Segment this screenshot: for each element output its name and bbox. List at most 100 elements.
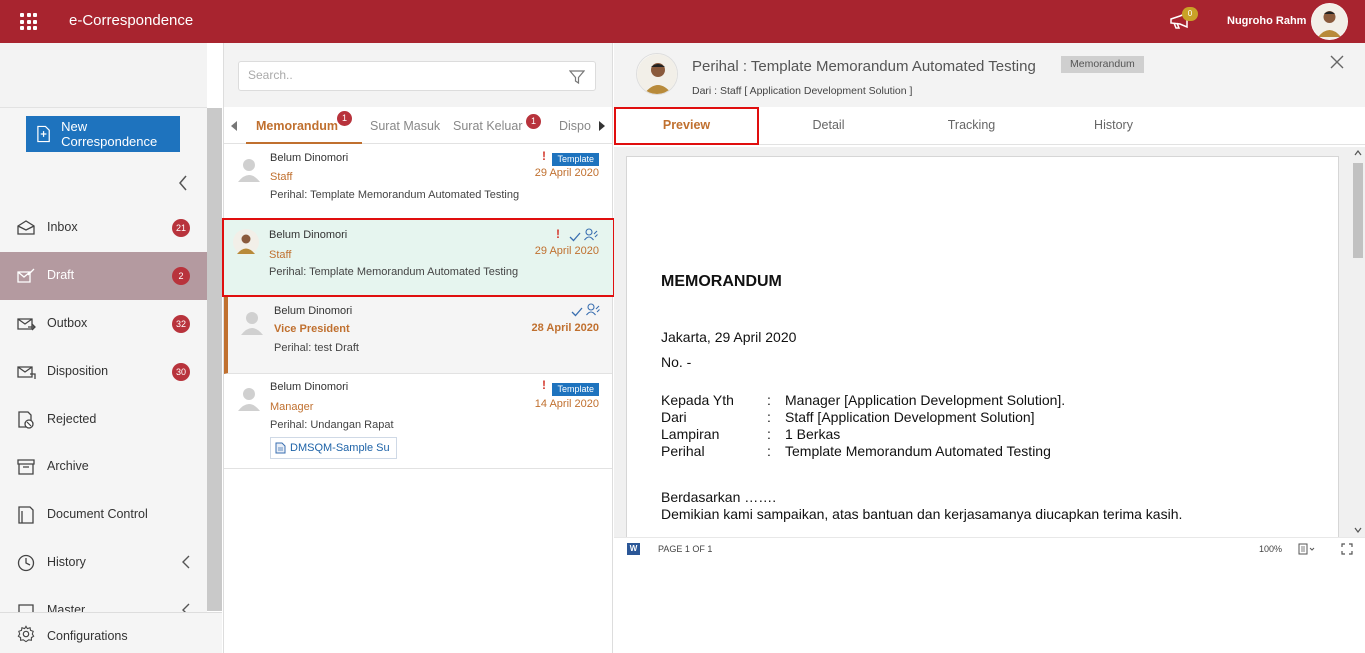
scroll-up-icon[interactable] [1354, 150, 1362, 156]
date: 28 April 2020 [531, 322, 599, 334]
preview-tab-highlight [614, 107, 759, 145]
tab-detail[interactable]: Detail [757, 118, 900, 132]
tab-scroll-right-icon[interactable] [597, 119, 607, 133]
notification-badge: 0 [1182, 7, 1198, 21]
view-mode-icon[interactable] [1298, 543, 1316, 555]
close-icon[interactable] [1329, 54, 1345, 70]
sidebar-item-label: Outbox [47, 316, 88, 330]
field-value: Manager [Application Development Solutio… [785, 392, 1066, 408]
sidebar-item-label: Document Control [47, 507, 148, 521]
list-item[interactable]: Belum Dinomori Staff Perihal: Template M… [224, 145, 612, 220]
sidebar-item-disposition[interactable]: Disposition 30 [0, 348, 207, 396]
detail-header [614, 43, 1365, 107]
sender-role: Manager [270, 401, 314, 413]
sender-avatar [636, 53, 678, 95]
subject: Perihal: Template Memorandum Automated T… [270, 189, 520, 201]
field-value: Template Memorandum Automated Testing [785, 443, 1051, 459]
user-assign-icon [584, 228, 598, 241]
check-icon [571, 307, 583, 317]
sender-role: Staff [269, 249, 292, 261]
sidebar-item-label: History [47, 555, 86, 569]
scroll-down-icon[interactable] [1354, 527, 1362, 533]
document-heading: MEMORANDUM [661, 273, 782, 290]
tab-badge: 1 [337, 111, 352, 126]
collapse-sidebar-chevron-icon[interactable] [176, 174, 190, 192]
user-name[interactable]: Nugroho Rahm [1227, 15, 1306, 27]
inbox-icon [17, 220, 35, 235]
tab-surat-masuk[interactable]: Surat Masuk [370, 119, 440, 133]
tab-disposition[interactable]: Dispo [559, 119, 592, 133]
sidebar-item-rejected[interactable]: Rejected [0, 396, 207, 444]
document-page: MEMORANDUM Jakarta, 29 April 2020 No. - … [626, 156, 1339, 537]
template-tag: Template [552, 153, 599, 166]
sender: Belum Dinomori [274, 305, 353, 317]
field-colon: : [767, 443, 771, 459]
new-correspondence-button[interactable]: New Correspondence [26, 116, 180, 152]
sidebar: New Correspondence Inbox 21 Draft 2 Outb… [0, 43, 222, 653]
sidebar-item-inbox[interactable]: Inbox 21 [0, 204, 207, 252]
sidebar-item-document-control[interactable]: Document Control [0, 491, 207, 539]
detail-title: Perihal : Template Memorandum Automated … [692, 58, 1036, 75]
draft-icon [17, 268, 35, 283]
list-item[interactable]: Belum Dinomori Vice President Perihal: t… [224, 297, 612, 374]
field-value: Staff [Application Development Solution] [785, 409, 1035, 425]
list-item-selected[interactable]: Belum Dinomori Staff Perihal: Template M… [222, 218, 615, 297]
list-item[interactable]: Belum Dinomori Manager Perihal: Undangan… [224, 374, 612, 469]
configurations-label: Configurations [47, 629, 128, 643]
sidebar-item-draft[interactable]: Draft 2 [0, 252, 207, 300]
date: 14 April 2020 [534, 398, 599, 410]
archive-icon [17, 459, 35, 475]
count-badge: 32 [172, 315, 190, 333]
configurations-item[interactable]: Configurations [0, 612, 222, 653]
field-key: Lampiran [661, 426, 720, 442]
tab-tracking[interactable]: Tracking [900, 118, 1043, 132]
tab-surat-keluar[interactable]: Surat Keluar [453, 119, 522, 133]
correspondence-list-panel: Memorandum 1 Surat Masuk Surat Keluar 1 … [222, 43, 615, 653]
scroll-thumb[interactable] [1353, 163, 1363, 258]
attachment-chip[interactable]: DMSQM-Sample Su [270, 437, 397, 459]
from-line: Dari : Staff [ Application Development S… [692, 85, 913, 97]
document-body: Demikian kami sampaikan, atas bantuan da… [661, 506, 1183, 522]
important-icon: ! [556, 227, 560, 241]
document-scrollbar[interactable] [1351, 147, 1365, 537]
field-colon: : [767, 392, 771, 408]
sidebar-item-history[interactable]: History [0, 539, 207, 587]
zoom-level[interactable]: 100% [1259, 544, 1282, 554]
sidebar-item-master[interactable]: Master [0, 587, 207, 613]
subject: Perihal: Template Memorandum Automated T… [269, 266, 519, 278]
document-number: No. - [661, 354, 692, 370]
sender-role: Vice President [274, 323, 350, 335]
sidebar-item-label: Draft [47, 268, 75, 282]
sidebar-item-label: Archive [47, 459, 89, 473]
rejected-icon [18, 411, 34, 429]
page-indicator: PAGE 1 OF 1 [658, 544, 713, 554]
detail-panel: Perihal : Template Memorandum Automated … [614, 43, 1365, 653]
tab-scroll-left-icon[interactable] [229, 119, 239, 133]
document-place-date: Jakarta, 29 April 2020 [661, 329, 797, 345]
count-badge: 2 [172, 267, 190, 285]
app-grid-icon[interactable] [20, 13, 37, 30]
user-assign-icon [586, 303, 600, 316]
count-badge: 30 [172, 363, 190, 381]
app-title: e-Correspondence [69, 12, 194, 29]
active-tab-underline [246, 142, 362, 144]
field-colon: : [767, 426, 771, 442]
date: 29 April 2020 [534, 167, 599, 179]
sidebar-scrollbar[interactable] [207, 108, 222, 611]
filter-icon[interactable] [569, 69, 585, 85]
fullscreen-icon[interactable] [1341, 543, 1353, 555]
attachment-name: DMSQM-Sample Su [290, 442, 390, 454]
template-tag: Template [552, 383, 599, 396]
sidebar-item-archive[interactable]: Archive [0, 443, 207, 491]
user-avatar[interactable] [1311, 3, 1348, 40]
date: 29 April 2020 [534, 245, 599, 257]
search-input[interactable] [248, 68, 548, 82]
sidebar-item-outbox[interactable]: Outbox 32 [0, 300, 207, 348]
tab-memorandum[interactable]: Memorandum [256, 119, 338, 133]
field-colon: : [767, 409, 771, 425]
document-control-icon [18, 506, 34, 524]
tab-history[interactable]: History [1042, 118, 1185, 132]
category-tabs: Memorandum 1 Surat Masuk Surat Keluar 1 … [224, 108, 612, 144]
field-key: Perihal [661, 443, 705, 459]
subject: Perihal: test Draft [274, 342, 359, 354]
